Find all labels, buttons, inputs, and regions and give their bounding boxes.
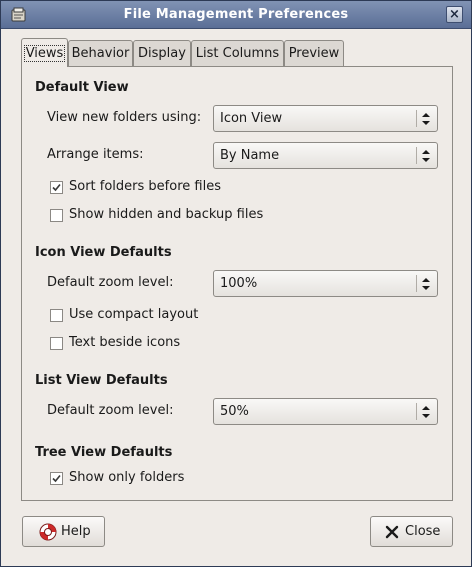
text-beside-icons-label: Text beside icons bbox=[69, 335, 181, 350]
view-new-folders-combo[interactable]: Icon View bbox=[213, 105, 438, 132]
compact-layout-label: Use compact layout bbox=[69, 307, 199, 322]
icon-zoom-label: Default zoom level: bbox=[47, 275, 174, 290]
icon-zoom-combo[interactable]: 100% bbox=[213, 270, 438, 297]
title-bar[interactable]: File Management Preferences × bbox=[1, 1, 471, 29]
show-hidden-checkbox[interactable] bbox=[50, 209, 63, 222]
close-button-label: Close bbox=[405, 524, 441, 539]
tab-views-label: Views bbox=[23, 45, 66, 62]
tab-list-columns-label: List Columns bbox=[195, 46, 280, 61]
icon-zoom-value: 100% bbox=[220, 276, 258, 291]
show-hidden-label: Show hidden and backup files bbox=[69, 207, 264, 222]
list-zoom-label: Default zoom level: bbox=[47, 403, 174, 418]
tab-display[interactable]: Display bbox=[133, 40, 191, 67]
list-zoom-combo[interactable]: 50% bbox=[213, 398, 438, 425]
arrange-items-label: Arrange items: bbox=[47, 147, 144, 162]
arrange-items-value: By Name bbox=[220, 148, 280, 163]
updown-arrows-icon bbox=[422, 278, 430, 290]
checkmark-icon bbox=[52, 183, 61, 192]
tab-preview[interactable]: Preview bbox=[284, 40, 344, 67]
sort-folders-label: Sort folders before files bbox=[69, 179, 221, 194]
help-lifebuoy-icon bbox=[39, 523, 57, 541]
section-icon-view-defaults: Icon View Defaults bbox=[35, 245, 172, 260]
tab-preview-label: Preview bbox=[288, 46, 340, 61]
section-default-view: Default View bbox=[35, 80, 129, 95]
help-button[interactable]: Help bbox=[22, 516, 105, 547]
view-new-folders-label: View new folders using: bbox=[47, 110, 202, 125]
section-tree-view-defaults: Tree View Defaults bbox=[35, 445, 173, 460]
sort-folders-checkbox[interactable] bbox=[50, 181, 63, 194]
combo-separator bbox=[416, 403, 417, 420]
combo-separator bbox=[416, 275, 417, 292]
window-close-button[interactable]: × bbox=[446, 6, 463, 23]
checkmark-icon bbox=[52, 474, 61, 483]
text-beside-icons-checkbox[interactable] bbox=[50, 337, 63, 350]
preferences-window: File Management Preferences × Views Beha… bbox=[0, 0, 472, 567]
compact-layout-checkbox[interactable] bbox=[50, 309, 63, 322]
updown-arrows-icon bbox=[422, 150, 430, 162]
tab-views[interactable]: Views bbox=[21, 38, 68, 67]
close-x-icon: × bbox=[449, 7, 460, 22]
tab-behavior[interactable]: Behavior bbox=[68, 40, 133, 67]
combo-separator bbox=[416, 110, 417, 127]
arrange-items-combo[interactable]: By Name bbox=[213, 142, 438, 169]
list-zoom-value: 50% bbox=[220, 404, 249, 419]
section-list-view-defaults: List View Defaults bbox=[35, 373, 168, 388]
help-button-label: Help bbox=[61, 524, 91, 539]
tab-list-columns[interactable]: List Columns bbox=[191, 40, 284, 67]
view-new-folders-value: Icon View bbox=[220, 111, 283, 126]
show-only-folders-label: Show only folders bbox=[69, 470, 185, 485]
combo-separator bbox=[416, 147, 417, 164]
close-button[interactable]: Close bbox=[370, 516, 453, 547]
tab-behavior-label: Behavior bbox=[71, 46, 130, 61]
window-title: File Management Preferences bbox=[123, 7, 349, 22]
close-x-icon bbox=[385, 525, 399, 539]
updown-arrows-icon bbox=[422, 406, 430, 418]
tab-display-label: Display bbox=[138, 46, 186, 61]
show-only-folders-checkbox[interactable] bbox=[50, 472, 63, 485]
updown-arrows-icon bbox=[422, 113, 430, 125]
